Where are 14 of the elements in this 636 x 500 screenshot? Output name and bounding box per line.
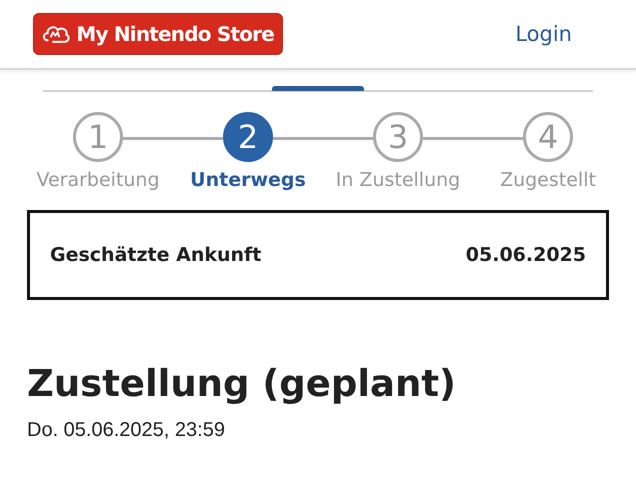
step-circle: 2	[223, 112, 273, 162]
arrival-label: Geschätzte Ankunft	[50, 244, 262, 266]
step-label: Zugestellt	[500, 169, 596, 191]
step-circle: 1	[73, 112, 123, 162]
delivery-datetime: Do. 05.06.2025, 23:59	[27, 419, 226, 442]
login-link[interactable]: Login	[515, 22, 572, 46]
step-label: In Zustellung	[336, 169, 460, 191]
step-circle: 3	[373, 112, 423, 162]
arrival-date: 05.06.2025	[466, 244, 586, 266]
step-circle: 4	[523, 112, 573, 162]
step-label: Unterwegs	[190, 169, 306, 191]
section-heading: Zustellung (geplant)	[27, 362, 457, 405]
step-label: Verarbeitung	[36, 169, 160, 191]
store-logo[interactable]: My Nintendo Store	[33, 13, 283, 55]
